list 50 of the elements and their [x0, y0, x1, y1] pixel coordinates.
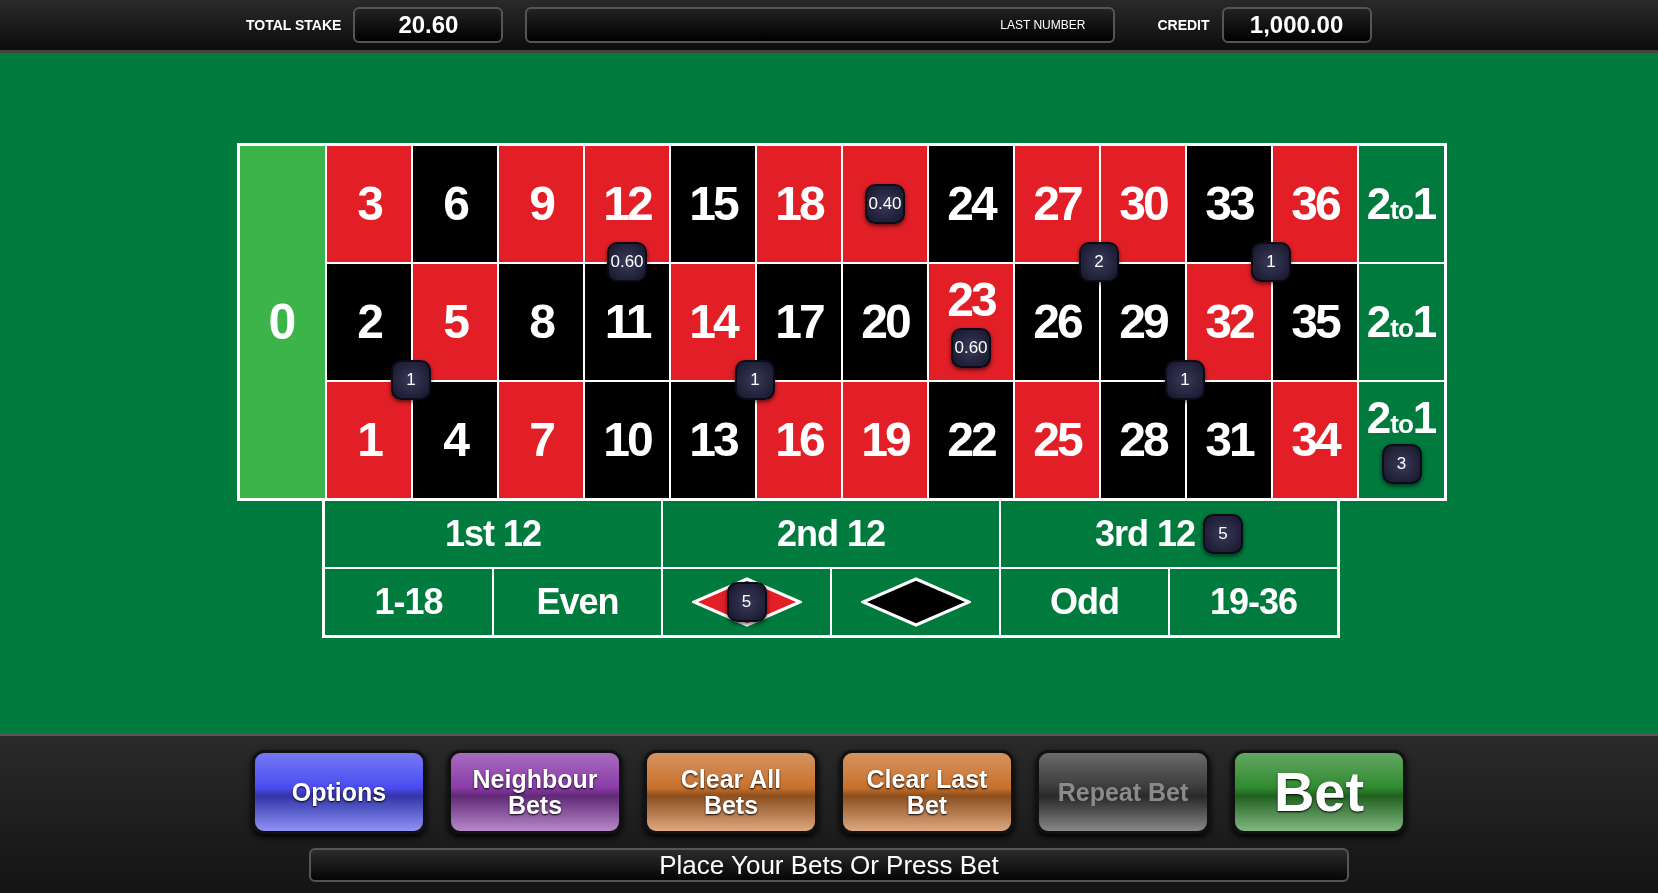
chip: 2 — [1079, 242, 1119, 282]
outside-bet-cell[interactable]: Even — [494, 569, 661, 635]
number-cell[interactable]: 25 — [1015, 382, 1099, 498]
diamond-bet-cell[interactable] — [832, 569, 999, 635]
game-button[interactable]: Bet — [1232, 750, 1406, 834]
number-cell[interactable]: 22 — [929, 382, 1013, 498]
chip: 5 — [1203, 514, 1244, 554]
chip: 0.40 — [865, 184, 905, 224]
diamond-bet-cell[interactable]: 5 — [663, 569, 830, 635]
number-cell[interactable]: 23 0.60 — [929, 264, 1013, 380]
total-stake-label: TOTAL STAKE — [246, 17, 342, 33]
number-cell[interactable]: 18 — [757, 146, 841, 262]
dozen-bet-cell[interactable]: 1st 12 — [325, 501, 661, 567]
last-number-label: LAST NUMBER — [1000, 18, 1086, 32]
dozen-bet-cell[interactable]: 3rd 12 5 — [1001, 501, 1337, 567]
chip: 5 — [726, 582, 767, 622]
number-cell[interactable]: 6 — [413, 146, 497, 262]
credit-label: CREDIT — [1157, 17, 1210, 33]
number-cell[interactable]: 34 — [1273, 382, 1357, 498]
outside-bet-cell[interactable]: 19-36 — [1170, 569, 1337, 635]
chip: 0.60 — [951, 328, 991, 368]
outside-bet-cell[interactable]: 1-18 — [325, 569, 492, 635]
number-cell[interactable]: 7 — [499, 382, 583, 498]
chip: 1 — [1165, 360, 1205, 400]
number-cell[interactable]: 15 — [671, 146, 755, 262]
chip: 3 — [1381, 444, 1422, 484]
chip: 1 — [391, 360, 431, 400]
number-cell[interactable]: 8 — [499, 264, 583, 380]
game-button[interactable]: Clear All Bets — [644, 750, 818, 834]
game-button[interactable]: Clear Last Bet — [840, 750, 1014, 834]
number-cell[interactable]: 20 — [843, 264, 927, 380]
number-cell[interactable]: 9 — [499, 146, 583, 262]
number-cell[interactable]: 0.40 — [843, 146, 927, 262]
number-cell[interactable]: 5 — [413, 264, 497, 380]
outside-bet-cell[interactable]: Odd — [1001, 569, 1168, 635]
number-cell[interactable]: 3 — [327, 146, 411, 262]
chip: 1 — [735, 360, 775, 400]
number-cell[interactable]: 10 — [585, 382, 669, 498]
game-button[interactable]: Neighbour Bets — [448, 750, 622, 834]
number-cell[interactable]: 17 — [757, 264, 841, 380]
dozen-bet-cell[interactable]: 2nd 12 — [663, 501, 999, 567]
chip: 1 — [1251, 242, 1291, 282]
credit-field: 1,000.00 — [1221, 7, 1372, 43]
number-cell[interactable]: 19 — [843, 382, 927, 498]
number-cell[interactable]: 36 — [1273, 146, 1357, 262]
total-stake-field: 20.60 — [353, 7, 504, 43]
number-cell[interactable]: 24 — [929, 146, 1013, 262]
status-message: Place Your Bets Or Press Bet — [309, 848, 1349, 882]
game-button[interactable]: Options — [252, 750, 426, 834]
chip: 0.60 — [607, 242, 647, 282]
